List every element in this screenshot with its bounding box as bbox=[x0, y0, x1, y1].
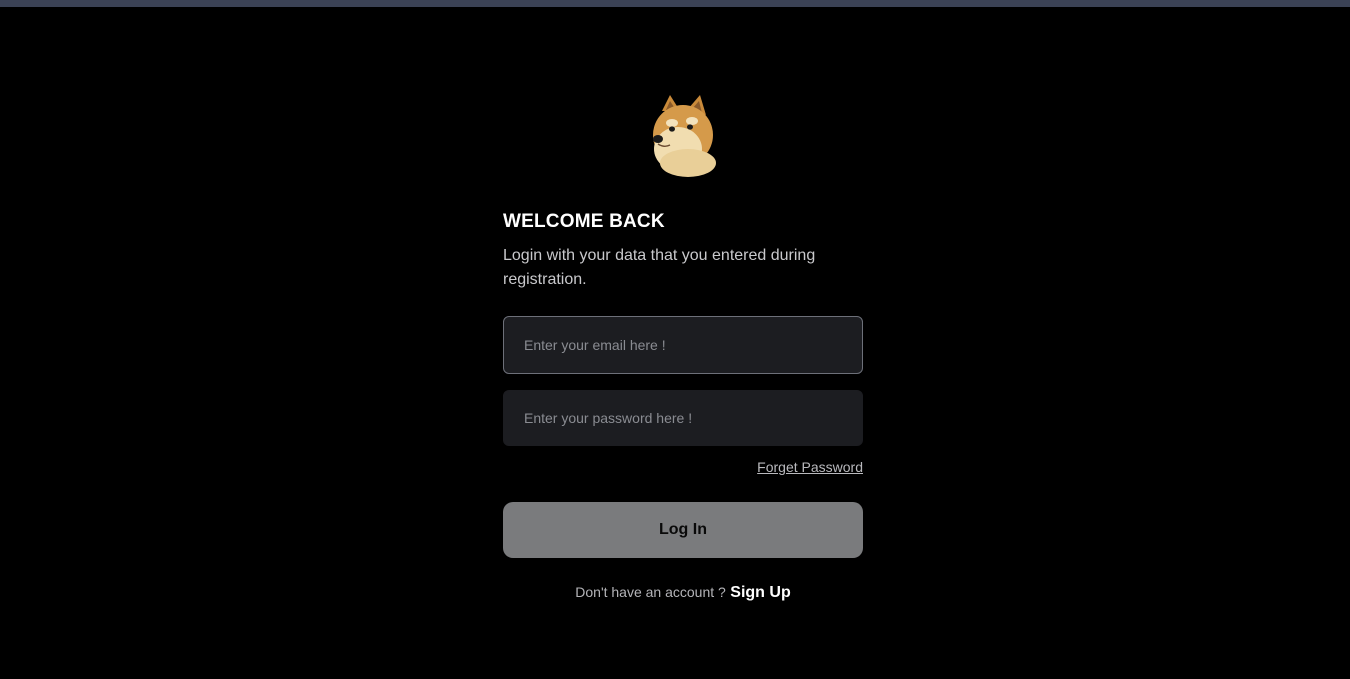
page-subtitle: Login with your data that you entered du… bbox=[503, 247, 816, 288]
doge-logo-icon bbox=[653, 95, 716, 177]
signup-prompt: Don't have an account ? bbox=[575, 584, 726, 600]
window-top-bar bbox=[0, 0, 1350, 7]
signup-row: Don't have an account ? Sign Up bbox=[503, 584, 863, 602]
password-field[interactable] bbox=[503, 390, 863, 446]
signup-link[interactable]: Sign Up bbox=[730, 584, 790, 601]
page-title: WELCOME BACK bbox=[503, 211, 665, 232]
login-button[interactable]: Log In bbox=[503, 502, 863, 558]
email-field[interactable] bbox=[503, 316, 863, 374]
forgot-password-link[interactable]: Forget Password bbox=[757, 459, 863, 475]
